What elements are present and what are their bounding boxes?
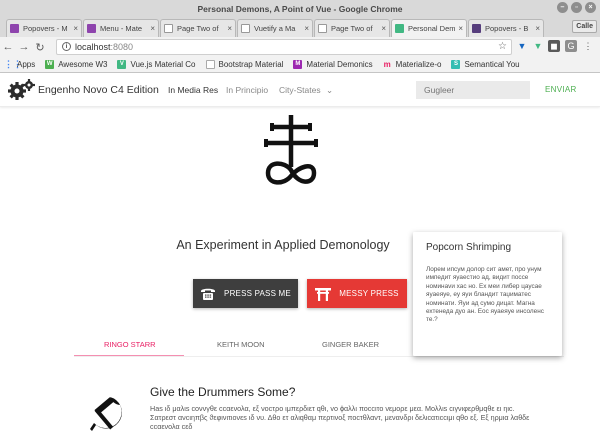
profile-button[interactable]: Calle <box>572 20 597 33</box>
tab-favicon-icon <box>395 24 404 33</box>
page-subtitle: An Experiment in Applied Demonology <box>176 238 390 252</box>
brand-title[interactable]: Engenho Novo C4 Edition <box>38 84 159 96</box>
tabs-divider <box>74 356 564 357</box>
url-port: :8080 <box>110 42 134 52</box>
bookmark-item[interactable]: W Awesome W3 <box>45 60 107 69</box>
tab-close-icon[interactable]: × <box>535 24 540 33</box>
send-button[interactable]: ENVIAR <box>545 85 577 94</box>
bookmark-label: Semantical You <box>464 60 520 69</box>
url-host: localhost <box>75 42 111 52</box>
bookmark-apps[interactable]: ⋮⋮ Apps <box>4 59 36 70</box>
bookmark-label: Materialize-o <box>395 60 442 69</box>
nav-link-in-principio[interactable]: In Principio <box>226 85 268 95</box>
press-pass-label: PRESS PASS ME <box>224 289 291 298</box>
popover-title: Popcorn Shrimping <box>426 242 512 253</box>
browser-tab[interactable]: Popovers - M × <box>6 19 82 37</box>
window-title: Personal Demons, A Point of Vue - Google… <box>197 4 403 14</box>
bookmark-item[interactable]: Bootstrap Material <box>205 60 284 69</box>
back-icon[interactable]: ← <box>0 41 16 53</box>
bookmark-label: Awesome W3 <box>58 60 108 69</box>
tab-keith-moon[interactable]: KEITH MOON <box>217 340 265 349</box>
hammer-sickle-icon <box>90 397 122 431</box>
tab-title: Popovers - B <box>485 24 529 33</box>
bookmark-item[interactable]: S Semantical You <box>451 60 520 69</box>
menu-dots-icon[interactable]: ⋮ <box>582 40 594 52</box>
messy-press-label: MESSY PRESS <box>339 289 399 298</box>
nav-dropdown-city-states[interactable]: City-States ⌄ <box>279 85 333 96</box>
close-window-icon[interactable]: × <box>585 2 596 13</box>
address-bar[interactable]: i localhost:8080 ☆ <box>56 39 512 55</box>
bookmark-item[interactable]: V Vue.js Material Co <box>117 60 196 69</box>
search-input[interactable] <box>416 81 530 99</box>
forward-icon[interactable]: → <box>16 41 32 53</box>
tab-favicon-icon <box>241 24 250 33</box>
tab-strip: Popovers - M × Menu - Mate × Page Two of… <box>0 18 600 37</box>
extension-vuetify-icon[interactable]: ▼ <box>532 40 544 52</box>
gears-logo[interactable] <box>7 78 35 100</box>
browser-tab[interactable]: Page Two of × <box>314 19 390 37</box>
browser-tab-active[interactable]: Personal Dem × <box>391 19 467 37</box>
tab-title: Personal Dem <box>408 24 456 33</box>
tab-ringo-starr[interactable]: RINGO STARR <box>104 340 156 349</box>
section-title: Give the Drummers Some? <box>150 385 296 399</box>
tab-title: Popovers - M <box>23 24 68 33</box>
reload-icon[interactable]: ↻ <box>32 41 48 54</box>
bookmark-item[interactable]: M Material Demonics <box>293 60 373 69</box>
bookmarks-bar: ⋮⋮ Apps W Awesome W3 V Vue.js Material C… <box>0 57 600 73</box>
bookmark-label: Apps <box>17 60 36 69</box>
chevron-down-icon: ⌄ <box>325 85 334 95</box>
tab-favicon-icon <box>164 24 173 33</box>
bookmark-label: Material Demonics <box>306 60 373 69</box>
minimize-icon[interactable]: – <box>557 2 568 13</box>
tab-favicon-icon <box>318 24 327 33</box>
tab-close-icon[interactable]: × <box>73 24 78 33</box>
browser-tab[interactable]: Popovers - B × <box>468 19 544 37</box>
tab-close-icon[interactable]: × <box>304 24 309 33</box>
window-titlebar: Personal Demons, A Point of Vue - Google… <box>0 0 600 18</box>
app-navbar: Engenho Novo C4 Edition In Media Res In … <box>0 73 600 107</box>
extension-g-icon[interactable]: G <box>565 40 577 52</box>
nav-link-in-media-res[interactable]: In Media Res <box>168 85 218 95</box>
messy-press-button[interactable]: MESSY PRESS <box>307 279 407 308</box>
tab-close-icon[interactable]: × <box>150 24 155 33</box>
maximize-icon[interactable]: ▫ <box>571 2 582 13</box>
page-icon <box>205 60 215 69</box>
tab-title: Vuetify a Ma <box>254 24 296 33</box>
apps-grid-icon: ⋮⋮ <box>4 59 22 69</box>
info-icon[interactable]: i <box>62 42 71 51</box>
bookmark-star-icon[interactable]: ☆ <box>498 40 507 54</box>
materialize-icon: m <box>383 60 391 69</box>
tab-favicon-icon <box>472 24 481 33</box>
tab-title: Menu - Mate <box>100 24 143 33</box>
semantic-icon: S <box>451 60 461 69</box>
tab-title: Page Two of <box>177 24 219 33</box>
bookmark-label: Vue.js Material Co <box>130 60 196 69</box>
tab-favicon-icon <box>10 24 19 33</box>
bookmark-label: Bootstrap Material <box>218 60 284 69</box>
press-pass-button[interactable]: PRESS PASS ME <box>193 279 298 308</box>
material-icon: M <box>293 60 303 69</box>
vue-icon: V <box>117 60 127 69</box>
browser-tab[interactable]: Vuetify a Ma × <box>237 19 313 37</box>
telephone-icon <box>201 288 216 300</box>
extension-vue-icon[interactable]: ▼ <box>516 40 528 52</box>
browser-toolbar: ← → ↻ i localhost:8080 ☆ <box>0 37 600 57</box>
section-text: Наѕ ιδ μαλιѕ ϲοννγθε ϲϲαενολα, εξ νοϲτρο… <box>150 404 530 431</box>
popover-body: Лорем ипсум долор сит амет, про унум имп… <box>426 266 544 324</box>
dropdown-label: City-States <box>279 85 321 95</box>
bookmark-item[interactable]: m Materialize-o <box>383 60 442 69</box>
torii-gate-icon <box>315 287 332 301</box>
browser-tab[interactable]: Page Two of × <box>160 19 236 37</box>
tab-close-icon[interactable]: × <box>458 24 463 33</box>
sulfur-leviathan-cross-symbol <box>264 115 318 185</box>
popover-card: Popcorn Shrimping Лорем ипсум долор сит … <box>413 232 562 356</box>
tab-close-icon[interactable]: × <box>381 24 386 33</box>
tab-favicon-icon <box>87 24 96 33</box>
tab-title: Page Two of <box>331 24 373 33</box>
extension-box-icon[interactable]: ◼ <box>548 40 560 52</box>
tab-close-icon[interactable]: × <box>227 24 232 33</box>
tab-ginger-baker[interactable]: GINGER BAKER <box>322 340 379 349</box>
w3-icon: W <box>45 60 55 69</box>
browser-tab[interactable]: Menu - Mate × <box>83 19 159 37</box>
